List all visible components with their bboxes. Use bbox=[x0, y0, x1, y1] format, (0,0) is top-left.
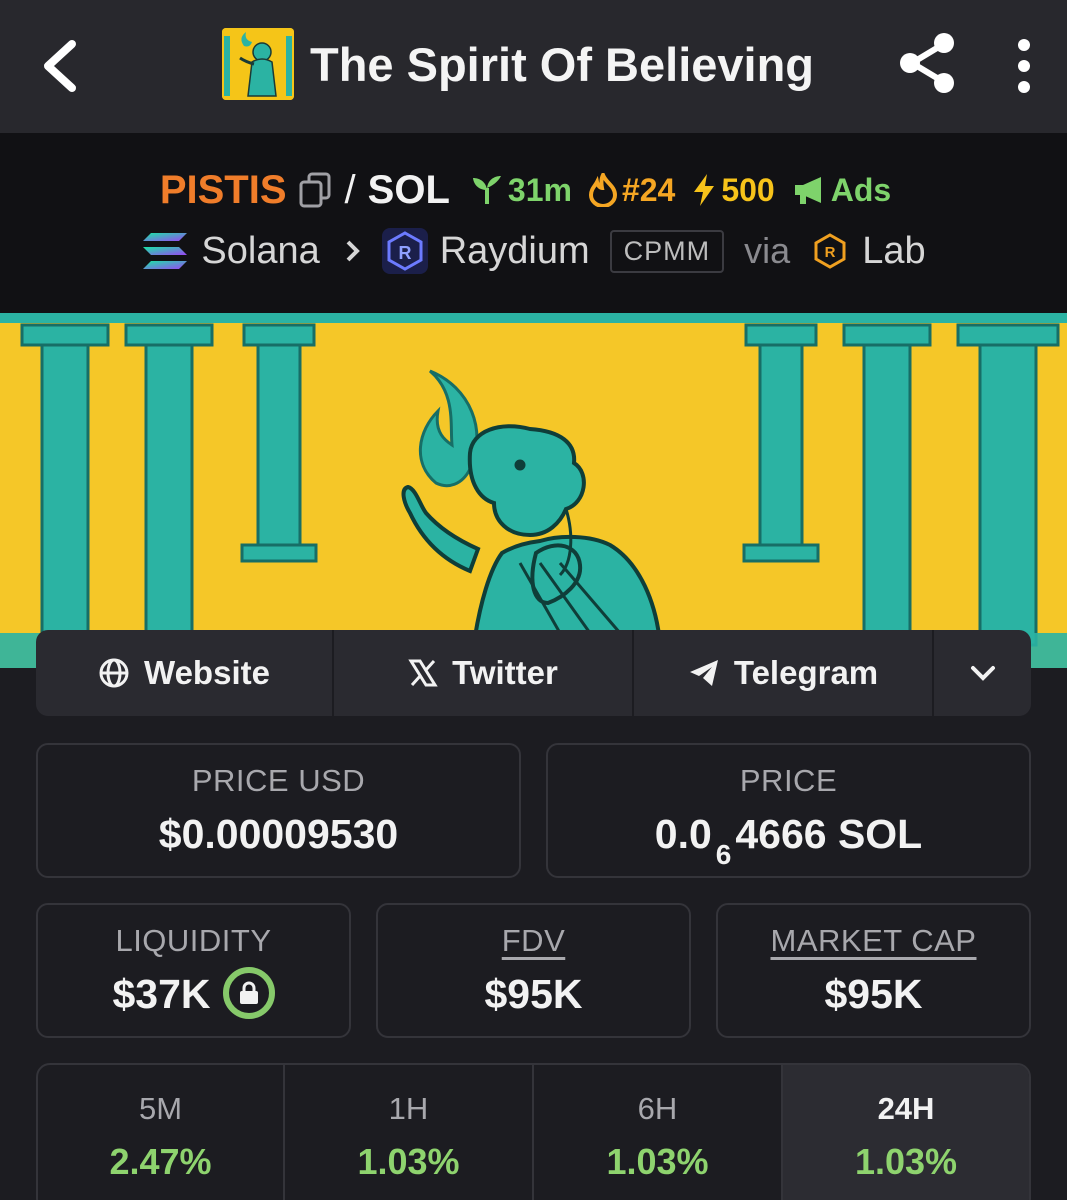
chevron-down-icon bbox=[970, 666, 995, 681]
pool-type-badge: CPMM bbox=[609, 229, 725, 273]
chevron-right-icon bbox=[346, 240, 360, 262]
liquidity-lock-badge[interactable] bbox=[222, 967, 275, 1020]
lock-icon bbox=[239, 981, 258, 1005]
chain-link[interactable]: Solana bbox=[201, 230, 319, 273]
market-cap-value: $95K bbox=[824, 971, 923, 1017]
liquidity-label: LIQUIDITY bbox=[115, 923, 272, 958]
tab-24h[interactable]: 24H 1.03% bbox=[783, 1065, 1029, 1200]
pair-header: PISTIS / SOL 31m #24 500 Ads Solana R Ra… bbox=[0, 133, 1067, 313]
fdv-label[interactable]: FDV bbox=[378, 923, 689, 959]
boost-badge[interactable]: 500 bbox=[691, 171, 775, 209]
timeframe-tabs: 5M 2.47% 1H 1.03% 6H 1.03% 24H 1.03% bbox=[36, 1063, 1031, 1200]
price-native-label: PRICE bbox=[739, 763, 838, 798]
fire-icon bbox=[588, 173, 617, 207]
token-banner bbox=[0, 313, 1067, 668]
tab-6h[interactable]: 6H 1.03% bbox=[534, 1065, 783, 1200]
market-cap-card[interactable]: MARKET CAP $95K bbox=[716, 903, 1031, 1038]
chevron-left-icon bbox=[44, 40, 76, 92]
price-native-card: PRICE 0.0 64666 SOL bbox=[546, 743, 1031, 878]
svg-text:R: R bbox=[398, 243, 411, 263]
liquidity-value: $37K bbox=[112, 971, 211, 1017]
tab-24h-label: 24H bbox=[877, 1091, 935, 1126]
twitter-label: Twitter bbox=[452, 654, 558, 691]
pair-age-badge: 31m bbox=[470, 172, 572, 209]
globe-icon bbox=[99, 658, 129, 688]
tab-5m-change: 2.47% bbox=[109, 1141, 212, 1182]
more-options-button[interactable] bbox=[1008, 38, 1040, 94]
price-usd-label: PRICE USD bbox=[191, 763, 366, 798]
market-cap-label[interactable]: MARKET CAP bbox=[718, 923, 1029, 959]
price-prefix: 0.0 bbox=[654, 811, 712, 857]
more-links-button[interactable] bbox=[934, 630, 1031, 716]
website-label: Website bbox=[144, 654, 270, 691]
telegram-label: Telegram bbox=[733, 654, 879, 691]
ads-badge[interactable]: Ads bbox=[791, 172, 891, 209]
top-bar: The Spirit Of Believing bbox=[0, 0, 1067, 133]
share-icon bbox=[900, 33, 954, 93]
fdv-card[interactable]: FDV $95K bbox=[376, 903, 691, 1038]
lab-logo-icon: R bbox=[814, 233, 846, 269]
quote-token-symbol: SOL bbox=[367, 167, 450, 212]
back-button[interactable] bbox=[36, 36, 86, 96]
tab-1h-label: 1H bbox=[388, 1091, 429, 1126]
dex-link[interactable]: Raydium bbox=[440, 230, 590, 273]
price-usd-card: PRICE USD $0.00009530 bbox=[36, 743, 521, 878]
launchpad-link[interactable]: Lab bbox=[862, 230, 925, 273]
boost-count: 500 bbox=[721, 171, 775, 208]
twitter-button[interactable]: Twitter bbox=[334, 630, 634, 716]
solana-icon bbox=[143, 233, 188, 269]
tab-5m-label: 5M bbox=[138, 1091, 183, 1126]
token-avatar bbox=[222, 28, 294, 100]
sprout-icon bbox=[472, 176, 501, 204]
x-logo-icon bbox=[408, 659, 438, 687]
tab-1h[interactable]: 1H 1.03% bbox=[285, 1065, 534, 1200]
trending-rank: #24 bbox=[621, 171, 676, 208]
social-links-bar: Website Twitter Telegram bbox=[36, 630, 1031, 716]
megaphone-icon bbox=[794, 177, 821, 204]
raydium-icon: R bbox=[381, 228, 428, 274]
svg-text:R: R bbox=[825, 244, 836, 261]
more-vertical-icon bbox=[1018, 39, 1030, 93]
tab-6h-change: 1.03% bbox=[606, 1141, 709, 1182]
telegram-button[interactable]: Telegram bbox=[634, 630, 934, 716]
liquidity-card: LIQUIDITY $37K bbox=[36, 903, 351, 1038]
price-usd-value: $0.00009530 bbox=[158, 811, 399, 857]
page-title: The Spirit Of Believing bbox=[310, 37, 815, 91]
tab-24h-change: 1.03% bbox=[854, 1141, 958, 1182]
copy-icon[interactable] bbox=[299, 172, 331, 208]
liquidity-row: $37K bbox=[38, 967, 349, 1023]
price-zero-count: 6 bbox=[715, 839, 732, 870]
title-group: The Spirit Of Believing bbox=[222, 28, 814, 100]
fdv-value: $95K bbox=[484, 971, 583, 1017]
tab-6h-label: 6H bbox=[637, 1091, 678, 1126]
banner-illustration bbox=[0, 313, 1067, 668]
lightning-icon bbox=[694, 174, 715, 206]
pair-separator: / bbox=[344, 167, 356, 212]
price-native-value: 0.0 64666 SOL bbox=[548, 811, 1029, 870]
tab-5m[interactable]: 5M 2.47% bbox=[38, 1065, 285, 1200]
pair-row: PISTIS / SOL 31m #24 500 Ads bbox=[0, 163, 1067, 217]
pair-age: 31m bbox=[507, 171, 572, 208]
tab-1h-change: 1.03% bbox=[357, 1141, 460, 1182]
share-button[interactable] bbox=[898, 32, 958, 94]
trending-badge[interactable]: #24 bbox=[588, 172, 675, 209]
price-suffix: 4666 SOL bbox=[735, 811, 923, 857]
ads-label: Ads bbox=[830, 171, 892, 208]
chain-dex-row: Solana R Raydium CPMM via R Lab bbox=[0, 223, 1067, 279]
base-token-symbol: PISTIS bbox=[159, 167, 287, 212]
telegram-icon bbox=[689, 660, 718, 686]
via-label: via bbox=[744, 230, 791, 271]
website-button[interactable]: Website bbox=[36, 630, 334, 716]
